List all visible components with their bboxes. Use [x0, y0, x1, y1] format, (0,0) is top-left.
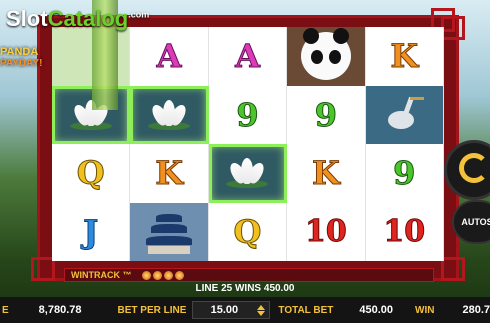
- win-value: 280.7: [462, 304, 490, 316]
- autospin-label: AUTOS: [461, 217, 490, 227]
- balance-label: E: [2, 304, 9, 316]
- total-bet-label: TOTAL BET: [278, 304, 334, 316]
- reel-cell-heron: [365, 85, 444, 144]
- card-symbol: J: [83, 212, 99, 251]
- lotus-icon: [226, 158, 269, 189]
- reel-cell-9: 9: [287, 85, 366, 144]
- wintrack-bar: WINTRACK ™: [64, 268, 434, 282]
- reel-cell-lotus: [208, 144, 288, 203]
- watermark-catalog: Catalog: [47, 6, 129, 31]
- reel-cell-K: K: [365, 27, 444, 86]
- reel-cell-lotus: [130, 85, 209, 144]
- reel-cell-9: 9: [365, 144, 444, 203]
- bet-per-line-stepper[interactable]: 15.00: [192, 301, 271, 319]
- card-symbol: K: [155, 154, 184, 193]
- wintrack-indicators: [141, 270, 184, 280]
- spin-arrows-icon: [459, 153, 489, 183]
- lotus-icon: [148, 99, 191, 130]
- total-bet-value: 450.00: [359, 304, 394, 316]
- bet-per-line-value: 15.00: [210, 304, 239, 316]
- win-status-text: LINE 25 WINS 450.00: [195, 283, 295, 294]
- reel-cell-J: J: [52, 202, 131, 261]
- reel-cell-10: 10: [287, 202, 366, 261]
- card-symbol: 10: [305, 213, 348, 249]
- frame-corner-ornament: [441, 257, 465, 281]
- card-symbol: 9: [314, 95, 338, 134]
- reel-cell-temple: [130, 202, 209, 261]
- autospin-button[interactable]: AUTOS: [452, 200, 490, 244]
- bet-arrows-icon[interactable]: [257, 304, 266, 316]
- reel-cell-A: A: [208, 27, 288, 86]
- card-symbol: A: [156, 37, 182, 76]
- logo-line1: PANDA: [0, 46, 39, 58]
- win-label: WIN: [415, 304, 435, 316]
- reel-cell-K: K: [287, 144, 366, 203]
- watermark-slot: Slot: [6, 6, 48, 31]
- card-symbol: 9: [393, 154, 416, 193]
- bet-per-line-label: BET PER LINE: [117, 304, 187, 316]
- reel-cell-A: A: [130, 27, 209, 86]
- card-symbol: A: [235, 37, 261, 76]
- reel-cell-Q: Q: [208, 202, 288, 261]
- slotcatalog-watermark: SlotCatalog.com: [6, 6, 149, 32]
- bottom-bar: E 8,780.78 BET PER LINE 15.00 TOTAL BET …: [0, 297, 490, 323]
- temple-icon: [146, 210, 193, 254]
- reel-cell-K: K: [130, 144, 209, 203]
- card-symbol: Q: [76, 154, 105, 193]
- card-symbol: K: [390, 37, 419, 76]
- reel-cell-9: 9: [208, 85, 288, 144]
- reel-cell-panda: [287, 27, 366, 86]
- card-symbol: K: [311, 154, 340, 193]
- reel-cell-Q: Q: [52, 144, 131, 203]
- heron-icon: [384, 95, 425, 135]
- card-symbol: 9: [236, 95, 259, 134]
- card-symbol: 10: [383, 213, 426, 249]
- wintrack-label: WINTRACK ™: [71, 270, 132, 280]
- card-symbol: Q: [233, 212, 262, 251]
- frame-corner-ornament: [441, 16, 465, 40]
- watermark-com: .com: [128, 9, 150, 20]
- reel-cell-10: 10: [365, 202, 444, 261]
- balance-value: 8,780.78: [38, 304, 82, 316]
- panda-icon: [300, 28, 351, 81]
- logo-line2: PAYDAY!: [0, 58, 43, 69]
- game-logo: PANDA PAYDAY!: [0, 46, 48, 82]
